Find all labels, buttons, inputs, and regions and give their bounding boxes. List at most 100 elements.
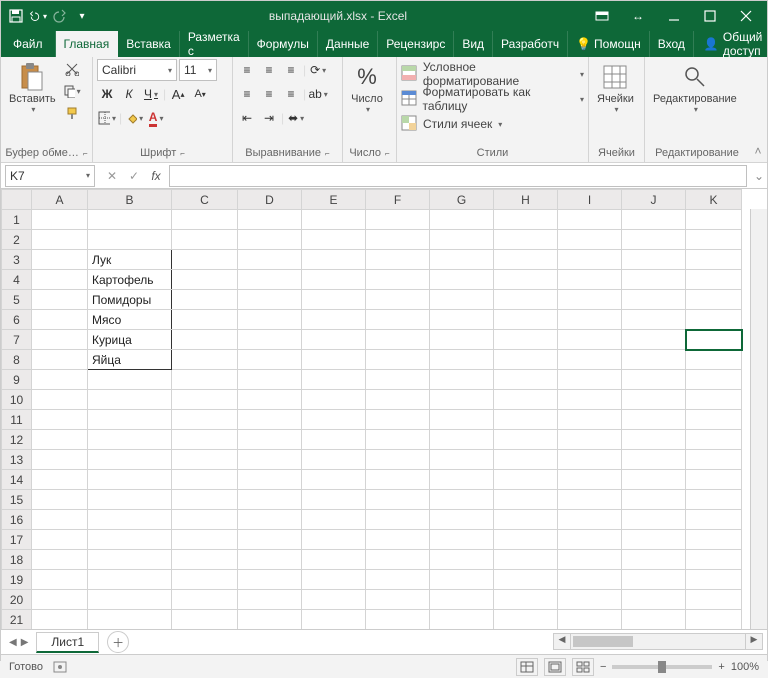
tab-file[interactable]: Файл <box>1 31 56 57</box>
cell[interactable] <box>686 330 742 350</box>
row-header[interactable]: 4 <box>2 270 32 290</box>
cell[interactable] <box>88 550 172 570</box>
cell[interactable] <box>430 550 494 570</box>
align-top-icon[interactable]: ≡ <box>237 60 257 80</box>
cell[interactable] <box>32 290 88 310</box>
cell[interactable] <box>558 230 622 250</box>
cell[interactable] <box>32 310 88 330</box>
cell[interactable] <box>494 270 558 290</box>
cell[interactable] <box>88 410 172 430</box>
cell[interactable] <box>558 350 622 370</box>
cell[interactable] <box>366 530 430 550</box>
cell[interactable] <box>32 390 88 410</box>
cell[interactable] <box>430 430 494 450</box>
row-header[interactable]: 2 <box>2 230 32 250</box>
row-header[interactable]: 11 <box>2 410 32 430</box>
cell[interactable] <box>430 230 494 250</box>
cell[interactable] <box>686 290 742 310</box>
cell[interactable] <box>366 470 430 490</box>
zoom-value[interactable]: 100% <box>731 661 759 673</box>
minimize-icon[interactable] <box>657 2 691 30</box>
cell[interactable] <box>366 550 430 570</box>
cell[interactable] <box>238 270 302 290</box>
redo-icon[interactable] <box>51 7 69 25</box>
cell[interactable] <box>238 210 302 230</box>
cell[interactable] <box>172 350 238 370</box>
bold-button[interactable]: Ж <box>97 84 117 104</box>
editing-button[interactable]: Редактирование▾ <box>649 59 741 116</box>
cell[interactable] <box>366 230 430 250</box>
tab-data[interactable]: Данные <box>318 31 378 57</box>
cell[interactable] <box>686 430 742 450</box>
view-break-icon[interactable] <box>572 658 594 676</box>
cell[interactable] <box>622 270 686 290</box>
cell[interactable] <box>172 590 238 610</box>
cell[interactable] <box>172 450 238 470</box>
cell[interactable] <box>238 310 302 330</box>
cell[interactable] <box>622 230 686 250</box>
cell[interactable] <box>558 530 622 550</box>
cell[interactable] <box>430 510 494 530</box>
cell[interactable] <box>430 610 494 630</box>
cell[interactable] <box>302 250 366 270</box>
cell[interactable] <box>494 390 558 410</box>
font-size-select[interactable]: 11▾ <box>179 59 217 81</box>
formula-input[interactable] <box>169 165 747 187</box>
cell[interactable] <box>558 410 622 430</box>
tab-layout[interactable]: Разметка с <box>180 31 249 57</box>
cell[interactable] <box>494 210 558 230</box>
cell[interactable] <box>430 330 494 350</box>
scroll-thumb[interactable] <box>573 636 633 647</box>
tab-help[interactable]: 💡Помощн <box>568 31 650 57</box>
tab-developer[interactable]: Разработч <box>493 31 568 57</box>
cell[interactable] <box>172 270 238 290</box>
row-header[interactable]: 17 <box>2 530 32 550</box>
align-left-icon[interactable]: ≡ <box>237 84 257 104</box>
cell[interactable] <box>622 310 686 330</box>
cell[interactable] <box>494 570 558 590</box>
fill-color-icon[interactable]: ▾ <box>124 108 144 128</box>
tab-login[interactable]: Вход <box>650 31 694 57</box>
row-header[interactable]: 18 <box>2 550 32 570</box>
cell[interactable] <box>686 570 742 590</box>
sheet-nav-prev-icon[interactable]: ◀ <box>9 637 17 648</box>
cell[interactable] <box>88 450 172 470</box>
cell[interactable] <box>172 410 238 430</box>
cell[interactable] <box>622 610 686 630</box>
cell[interactable] <box>238 230 302 250</box>
cell[interactable] <box>686 530 742 550</box>
cell[interactable] <box>494 450 558 470</box>
cell[interactable] <box>686 450 742 470</box>
cell[interactable] <box>32 230 88 250</box>
cell[interactable] <box>88 390 172 410</box>
cell[interactable] <box>32 570 88 590</box>
cell[interactable] <box>32 350 88 370</box>
cell[interactable] <box>366 250 430 270</box>
cell[interactable] <box>622 510 686 530</box>
align-center-icon[interactable]: ≡ <box>259 84 279 104</box>
ribbon-options-icon[interactable] <box>585 2 619 30</box>
cell[interactable] <box>366 290 430 310</box>
touch-mode-icon[interactable]: ↔ <box>621 2 655 30</box>
row-header[interactable]: 15 <box>2 490 32 510</box>
col-header[interactable]: F <box>366 190 430 210</box>
cell[interactable] <box>430 210 494 230</box>
cell[interactable] <box>686 270 742 290</box>
cell[interactable] <box>494 610 558 630</box>
cell[interactable] <box>622 430 686 450</box>
cell[interactable] <box>622 350 686 370</box>
cell[interactable] <box>686 230 742 250</box>
share-button[interactable]: 👤Общий доступ <box>694 31 768 57</box>
orientation-icon[interactable]: ⟳▾ <box>308 60 328 80</box>
cell[interactable] <box>302 470 366 490</box>
cell[interactable] <box>622 570 686 590</box>
cancel-fx-icon[interactable]: ✕ <box>101 169 123 183</box>
cell[interactable] <box>686 490 742 510</box>
cell[interactable] <box>238 430 302 450</box>
cell[interactable]: Курица <box>88 330 172 350</box>
row-header[interactable]: 10 <box>2 390 32 410</box>
cell[interactable] <box>430 270 494 290</box>
cell[interactable] <box>494 330 558 350</box>
col-header[interactable]: G <box>430 190 494 210</box>
cell[interactable] <box>366 570 430 590</box>
